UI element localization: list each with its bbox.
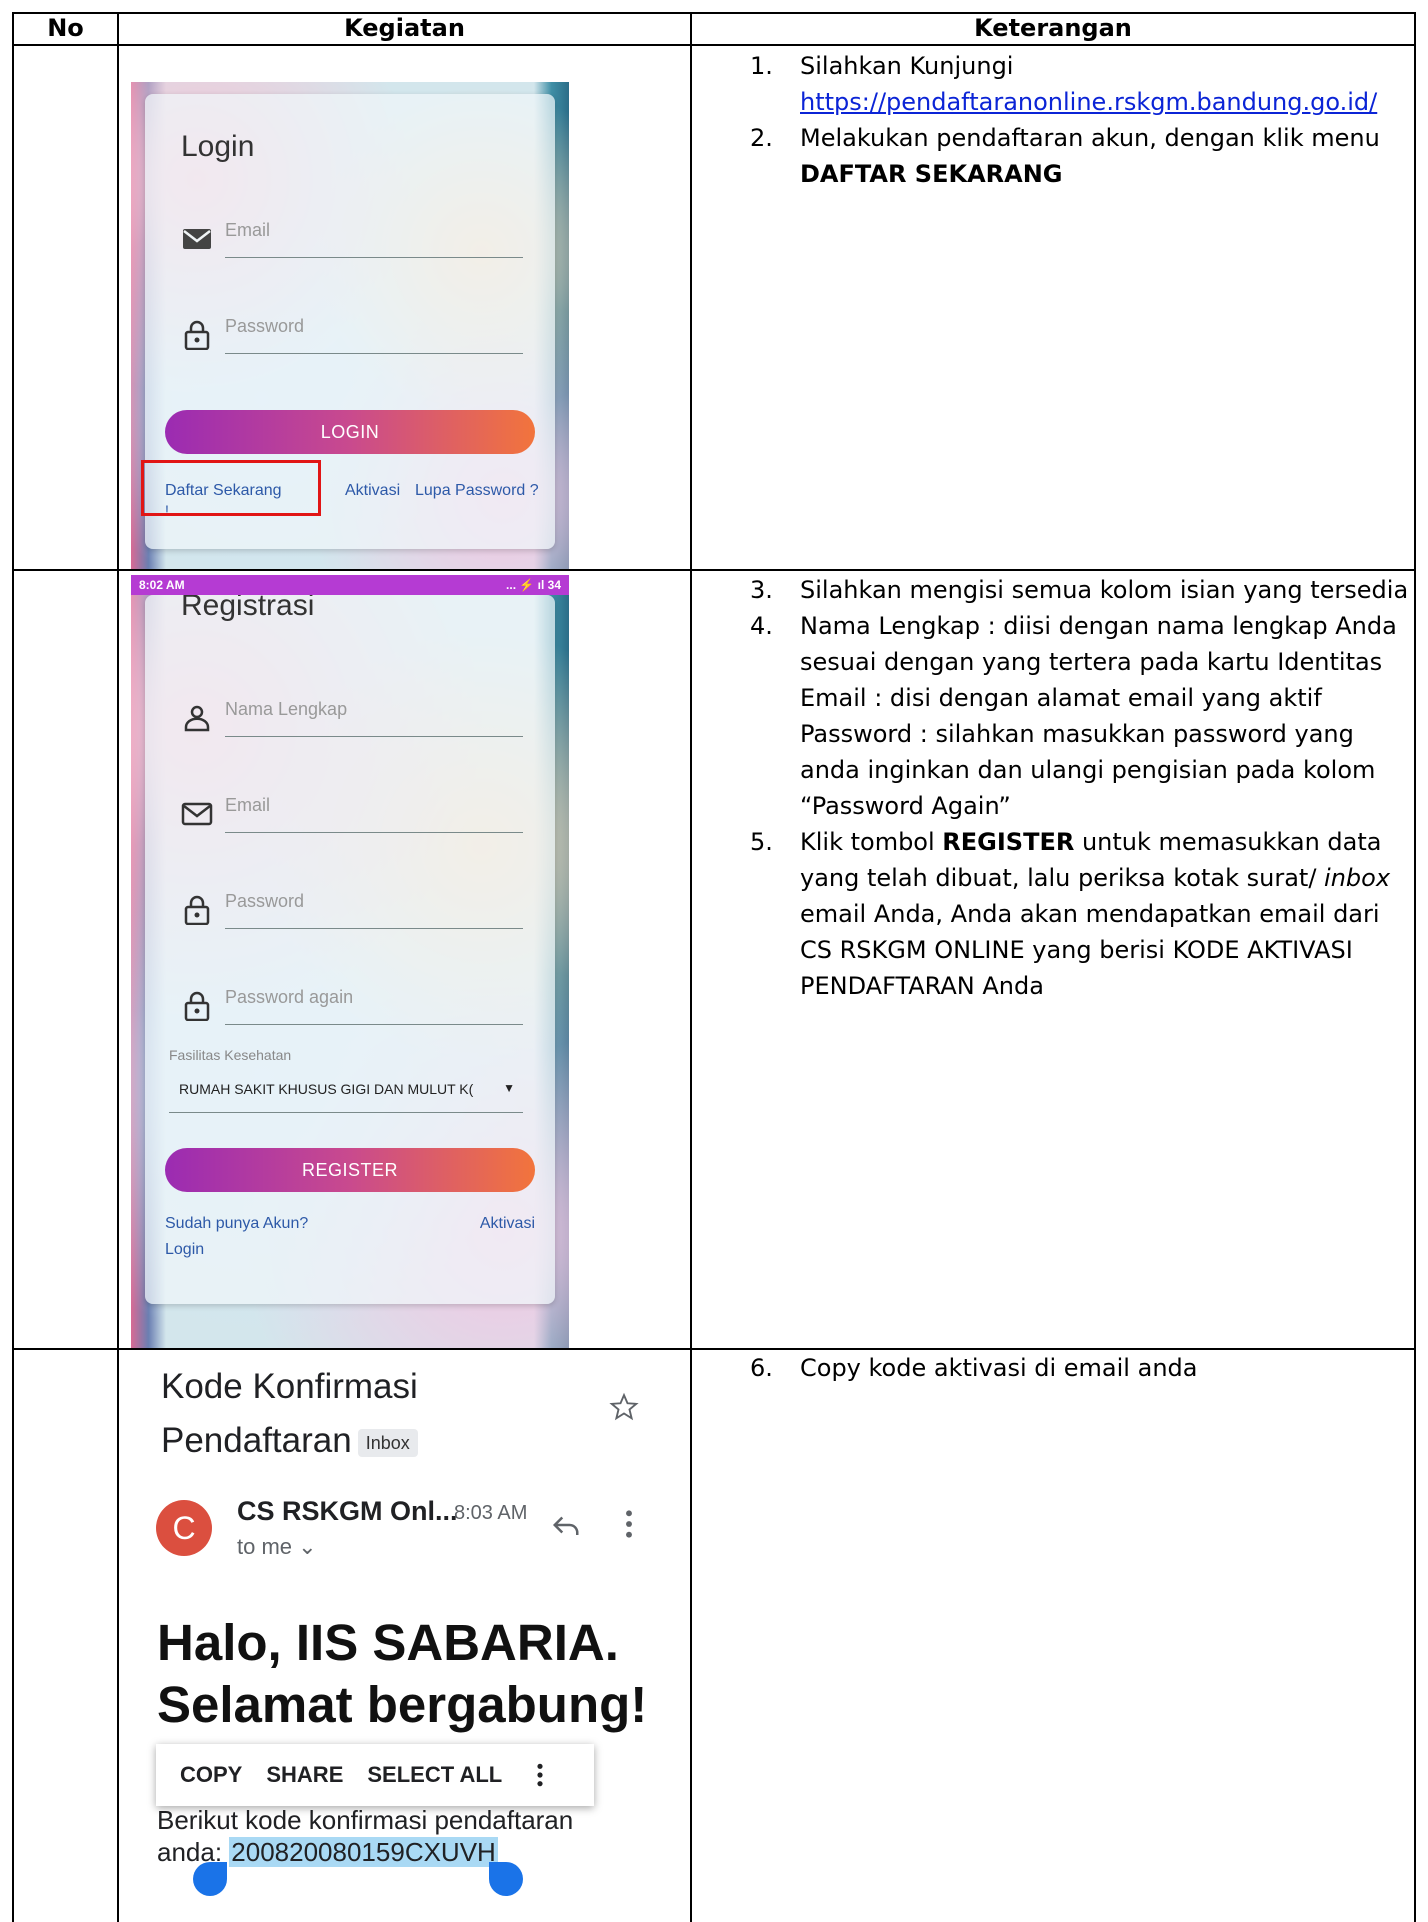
copy-menu-item[interactable]: COPY (180, 1762, 242, 1788)
recipient-details[interactable]: to me ⌄ (237, 1534, 317, 1560)
register-card: Registrasi Nama Lengkap Email Password P… (145, 589, 555, 1304)
status-bar: 8:02 AM ... ⚡ ıl 34 (131, 575, 569, 595)
email-subject: Kode Konfirmasi Pendaftaran Inbox (161, 1360, 418, 1468)
step-number: 4. (750, 612, 773, 640)
dropdown-arrow-icon: ▼ (503, 1081, 515, 1095)
email-time: 8:03 AM (454, 1502, 528, 1524)
email-placeholder: Email (225, 795, 271, 815)
password-placeholder: Password (225, 891, 305, 911)
step-number: 2. (750, 124, 773, 152)
selection-start-handle[interactable] (193, 1862, 227, 1896)
email-placeholder: Email (225, 220, 271, 240)
subject-line-1: Kode Konfirmasi (161, 1367, 418, 1406)
body-line-1: Berikut kode konfirmasi pendaftaran (157, 1805, 574, 1835)
register-button[interactable]: REGISTER (165, 1148, 535, 1192)
step-5: 5. Klik tombol REGISTER untuk memasukkan… (750, 824, 1412, 1004)
activation-code[interactable]: 200820080159CXUVH (229, 1837, 498, 1867)
step-text: Nama Lengkap : diisi dengan nama lengkap… (800, 612, 1397, 820)
avatar: C (156, 1500, 212, 1556)
step-3: 3. Silahkan mengisi semua kolom isian ya… (750, 572, 1412, 608)
select-all-menu-item[interactable]: SELECT ALL (367, 1762, 502, 1788)
step-text: Silahkan Kunjungi (800, 52, 1014, 80)
header-kegiatan: Kegiatan (344, 14, 465, 42)
password-again-placeholder: Password again (225, 987, 354, 1007)
have-account-text: Sudah punya Akun? (165, 1215, 309, 1232)
lock-icon (184, 320, 210, 350)
envelope-icon (183, 229, 211, 249)
step-number: 5. (750, 828, 773, 856)
selection-end-handle[interactable] (489, 1862, 523, 1896)
register-screenshot: Registrasi Nama Lengkap Email Password P… (131, 575, 569, 1348)
lock-icon (184, 895, 210, 925)
step-bold-text: REGISTER (942, 828, 1075, 856)
more-vert-icon[interactable] (536, 1762, 544, 1788)
step-1: 1. Silahkan Kunjungi https://pendaftaran… (750, 48, 1410, 120)
header-no: No (47, 14, 84, 42)
status-icons: ... ⚡ ıl 34 (506, 578, 561, 592)
fullname-placeholder: Nama Lengkap (225, 699, 348, 719)
header-keterangan: Keterangan (974, 14, 1132, 42)
facility-value: RUMAH SAKIT KHUSUS GIGI DAN MULUT K( (179, 1081, 474, 1097)
email-body: Berikut kode konfirmasi pendaftaran anda… (157, 1804, 573, 1868)
forgot-password-link[interactable]: Lupa Password ? (415, 482, 539, 500)
step-text: Klik tombol (800, 828, 943, 856)
step-number: 3. (750, 576, 773, 604)
step-text: Copy kode aktivasi di email anda (800, 1354, 1198, 1382)
share-menu-item[interactable]: SHARE (266, 1762, 343, 1788)
step-4: 4. Nama Lengkap : diisi dengan nama leng… (750, 608, 1412, 824)
step-italic-text: inbox (1324, 864, 1391, 892)
login-link[interactable]: Login (165, 1241, 204, 1259)
sender-name: CS RSKGM Onl... (237, 1496, 458, 1526)
password-again-field[interactable]: Password again (181, 983, 523, 1027)
instructions-row-1: 1. Silahkan Kunjungi https://pendaftaran… (750, 48, 1410, 192)
step-text: Silahkan mengisi semua kolom isian yang … (800, 576, 1409, 604)
reply-icon[interactable] (551, 1512, 581, 1538)
fullname-field[interactable]: Nama Lengkap (181, 695, 523, 739)
step-number: 1. (750, 52, 773, 80)
person-icon (184, 705, 210, 732)
step-number: 6. (750, 1354, 773, 1382)
highlight-box (141, 460, 321, 516)
step-bold-text: DAFTAR SEKARANG (800, 160, 1063, 188)
inbox-label[interactable]: Inbox (357, 1428, 418, 1457)
registration-url-link[interactable]: https://pendaftaranonline.rskgm.bandung.… (800, 88, 1377, 116)
more-vert-icon[interactable] (623, 1508, 635, 1540)
greeting-line-1: Halo, IIS SABARIA. (157, 1614, 619, 1671)
instructions-row-2: 3. Silahkan mengisi semua kolom isian ya… (750, 572, 1412, 1004)
login-button[interactable]: LOGIN (165, 410, 535, 454)
status-time: 8:02 AM (139, 578, 185, 592)
step-text: email Anda, Anda akan mendapatkan email … (800, 900, 1380, 1000)
greeting-line-2: Selamat bergabung! (157, 1676, 648, 1733)
facility-select[interactable]: RUMAH SAKIT KHUSUS GIGI DAN MULUT K( ▼ (169, 1073, 523, 1113)
subject-line-2: Pendaftaran (161, 1421, 352, 1460)
text-selection-menu: COPY SHARE SELECT ALL (156, 1744, 594, 1806)
greeting: Halo, IIS SABARIA. Selamat bergabung! (157, 1612, 647, 1736)
step-text: Melakukan pendaftaran akun, dengan klik … (800, 124, 1380, 152)
facility-label: Fasilitas Kesehatan (169, 1047, 292, 1063)
login-email-field[interactable]: Email (181, 216, 523, 260)
login-title: Login (181, 130, 255, 163)
register-password-field[interactable]: Password (181, 887, 523, 931)
step-2: 2. Melakukan pendaftaran akun, dengan kl… (750, 120, 1410, 192)
activation-link[interactable]: Aktivasi (345, 482, 400, 500)
instructions-row-3: 6. Copy kode aktivasi di email anda (750, 1350, 1410, 1386)
step-6: 6. Copy kode aktivasi di email anda (750, 1350, 1410, 1386)
login-screenshot: Login Email Password LOGIN Daftar Sekara… (131, 82, 569, 569)
lock-icon (184, 991, 210, 1021)
star-icon[interactable] (609, 1392, 639, 1422)
register-email-field[interactable]: Email (181, 791, 523, 835)
envelope-icon (181, 802, 213, 826)
email-screenshot: Kode Konfirmasi Pendaftaran Inbox C CS RS… (131, 1350, 681, 1922)
password-placeholder: Password (225, 316, 305, 336)
activation-link[interactable]: Aktivasi (480, 1215, 535, 1233)
login-password-field[interactable]: Password (181, 312, 523, 356)
